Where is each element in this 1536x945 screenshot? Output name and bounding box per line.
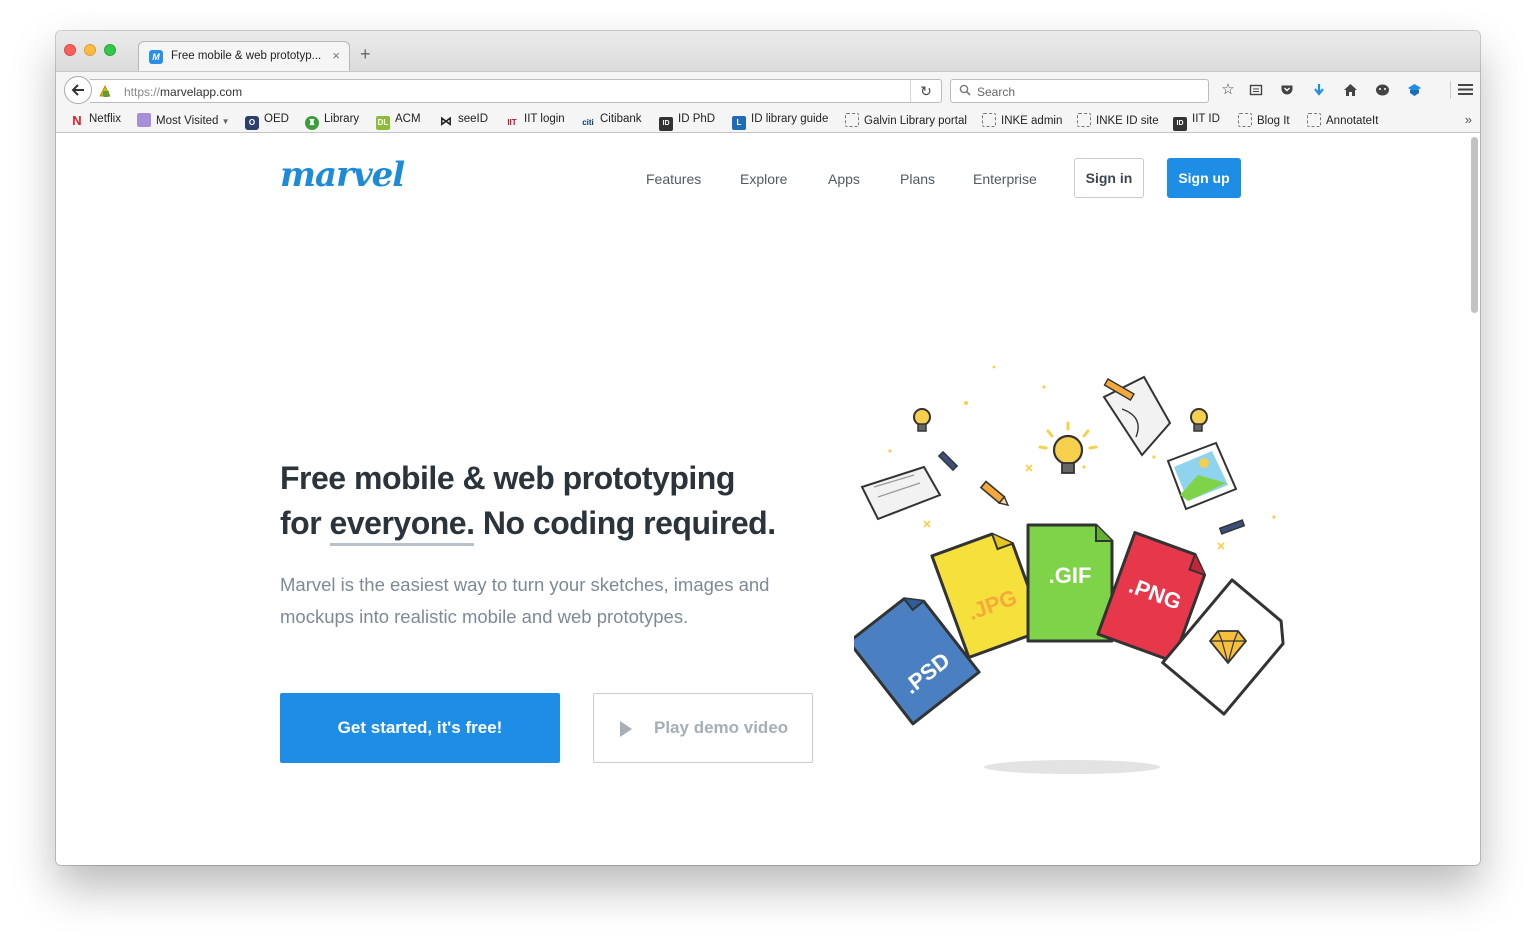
library-shield-icon: ♜	[305, 116, 319, 130]
reading-list-icon[interactable]	[1247, 81, 1265, 99]
bookmark-annotateit[interactable]: AnnotateIt	[1307, 113, 1378, 129]
maximize-window-button[interactable]	[104, 44, 116, 56]
iit-icon: IIT	[507, 118, 517, 127]
bookmark-netflix[interactable]: N Netflix	[70, 113, 121, 129]
bookmark-star-icon[interactable]: ☆	[1219, 81, 1237, 99]
home-icon[interactable]	[1341, 81, 1359, 99]
illustration-shadow	[984, 760, 1160, 774]
bookmark-acm[interactable]: DL ACM	[376, 113, 421, 130]
browser-tab-active[interactable]: M Free mobile & web prototyp... ×	[138, 41, 350, 72]
marvel-logo[interactable]: marvel	[280, 155, 405, 195]
page-scrollbar[interactable]	[1471, 137, 1478, 313]
url-text[interactable]: https://marvelapp.com	[124, 85, 242, 99]
sketch-paper-icon	[860, 465, 942, 521]
browser-window: M Free mobile & web prototyp... × + http…	[56, 31, 1480, 865]
menu-hamburger-icon[interactable]	[1450, 81, 1475, 99]
browser-titlebar: M Free mobile & web prototyp... × +	[56, 31, 1480, 72]
back-button[interactable]	[64, 76, 92, 104]
bookmark-id-phd[interactable]: ID ID PhD	[659, 113, 715, 131]
play-icon	[620, 721, 632, 737]
hero-subtext: Marvel is the easiest way to turn your s…	[280, 574, 770, 627]
headline-for: for	[280, 505, 330, 541]
headline-line-1: Free mobile & web prototyping	[280, 460, 735, 496]
hello-chat-icon[interactable]	[1373, 81, 1391, 99]
page-icon	[982, 113, 996, 127]
search-icon	[959, 84, 971, 96]
lightbulb-icon	[913, 408, 931, 432]
play-demo-label: Play demo video	[654, 718, 789, 737]
bookmark-citibank[interactable]: citi Citibank	[581, 113, 641, 129]
nav-explore[interactable]: Explore	[740, 171, 787, 187]
sign-up-button[interactable]: Sign up	[1167, 158, 1241, 198]
marvel-favicon-icon: M	[149, 50, 163, 64]
extension-icon[interactable]	[1405, 81, 1423, 99]
browser-toolbar: https://marvelapp.com ↻ Search ☆	[56, 71, 1480, 107]
url-bar[interactable]: https://marvelapp.com ↻	[90, 79, 942, 103]
nav-enterprise[interactable]: Enterprise	[973, 171, 1037, 187]
page-icon	[845, 113, 859, 127]
page-icon	[1238, 113, 1252, 127]
folder-icon	[137, 113, 151, 127]
get-started-button[interactable]: Get started, it's free!	[280, 693, 560, 763]
new-tab-button[interactable]: +	[360, 45, 371, 63]
gif-file-icon: .GIF	[1026, 523, 1114, 643]
bookmark-oed[interactable]: O OED	[245, 113, 289, 130]
gif-label: .GIF	[1049, 563, 1092, 588]
bookmark-id-library-guide[interactable]: L ID library guide	[732, 113, 828, 130]
lightbulb-large-icon	[1038, 421, 1098, 474]
bookmark-inke-admin[interactable]: INKE admin	[982, 113, 1062, 129]
network-icon: ⋈	[440, 114, 452, 128]
pencil-icon	[979, 480, 1010, 507]
page-icon	[1077, 113, 1091, 127]
page-icon	[1307, 113, 1321, 127]
tab-title: Free mobile & web prototyp...	[171, 50, 322, 62]
oed-icon: O	[245, 116, 259, 130]
nav-apps[interactable]: Apps	[828, 171, 860, 187]
drawing-paper-icon	[1102, 375, 1172, 457]
close-window-button[interactable]	[64, 44, 76, 56]
minimize-window-button[interactable]	[84, 44, 96, 56]
site-identity-icon[interactable]	[98, 84, 112, 98]
bookmarks-toolbar: N Netflix Most Visited ▼ O OED ♜ Library DL…	[56, 107, 1480, 133]
headline-underlined-word: everyone.	[329, 505, 475, 546]
search-placeholder: Search	[977, 85, 1016, 99]
bookmark-iit-id[interactable]: ID IIT ID	[1173, 113, 1220, 131]
bookmark-galvin-library[interactable]: Galvin Library portal	[845, 113, 967, 129]
libguide-icon: L	[732, 116, 746, 130]
pen-icon	[937, 450, 959, 472]
downloads-icon[interactable]	[1310, 81, 1328, 99]
play-demo-button[interactable]: Play demo video	[593, 693, 813, 763]
id-icon: ID	[1173, 117, 1187, 131]
bookmark-most-visited[interactable]: Most Visited ▼	[137, 113, 230, 129]
bookmark-inke-id-site[interactable]: INKE ID site	[1077, 113, 1159, 129]
bookmark-blog-it[interactable]: Blog It	[1238, 113, 1290, 129]
photo-icon	[1166, 441, 1238, 511]
netflix-icon: N	[72, 113, 82, 128]
dropdown-arrow-icon: ▼	[221, 117, 230, 126]
acm-icon: DL	[376, 116, 390, 130]
nav-plans[interactable]: Plans	[900, 171, 935, 187]
hero-headline: Free mobile & web prototyping for everyo…	[280, 456, 840, 546]
pen-icon	[1218, 519, 1246, 535]
id-icon: ID	[659, 117, 673, 131]
back-arrow-icon	[71, 84, 84, 96]
page-viewport: marvel Features Explore Apps Plans Enter…	[56, 133, 1480, 865]
search-input[interactable]: Search	[950, 79, 1209, 103]
bookmark-library[interactable]: ♜ Library	[305, 113, 359, 130]
bookmark-seeid[interactable]: ⋈ seeID	[439, 113, 488, 129]
citi-icon: citi	[582, 118, 594, 127]
file-types-illustration: .PSD .JPG .GIF .PNG	[854, 365, 1285, 774]
bookmarks-overflow-icon[interactable]: »	[1465, 112, 1472, 127]
lightbulb-icon	[1190, 408, 1208, 432]
tab-close-icon[interactable]: ×	[332, 48, 340, 63]
sign-in-button[interactable]: Sign in	[1074, 158, 1144, 198]
reload-icon[interactable]: ↻	[910, 80, 941, 102]
headline-rest: No coding required.	[474, 505, 776, 541]
nav-features[interactable]: Features	[646, 171, 701, 187]
bookmark-iit-login[interactable]: IIT IIT login	[505, 113, 564, 129]
pocket-icon[interactable]	[1278, 81, 1296, 99]
